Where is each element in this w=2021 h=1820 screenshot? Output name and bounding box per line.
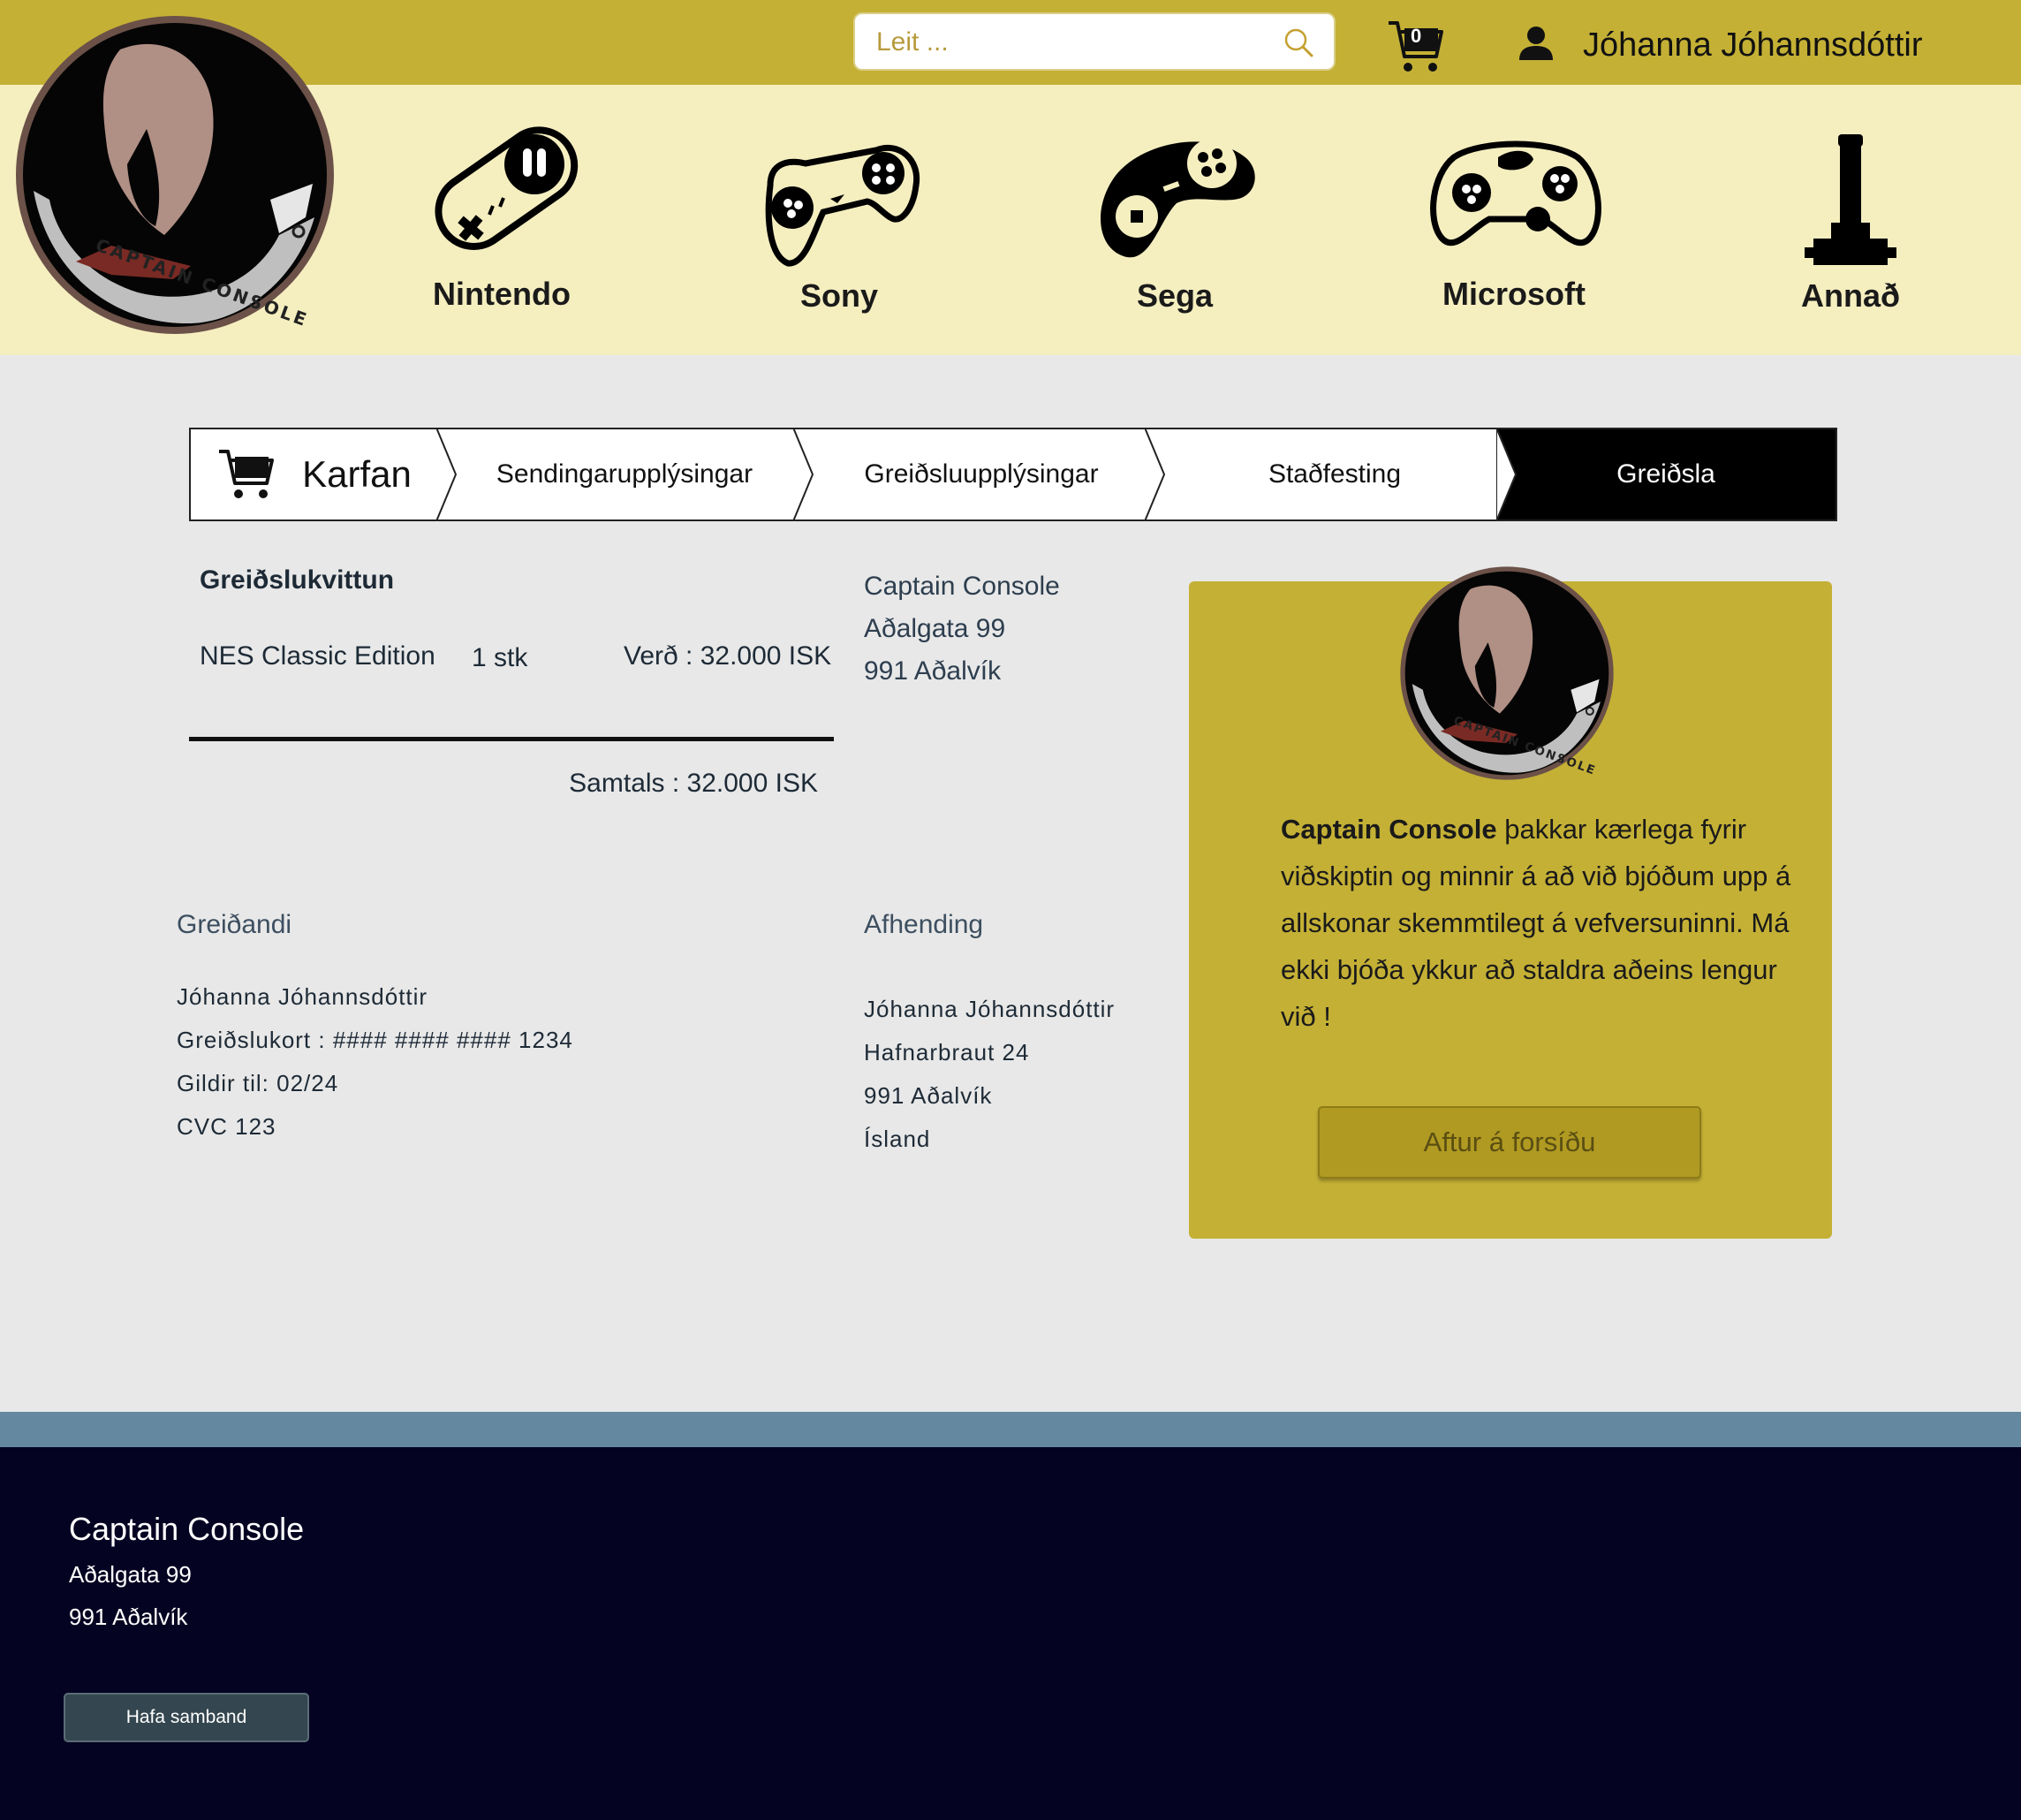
step-separator [436,428,458,521]
delivery-country: Ísland [864,1126,931,1152]
payer-heading: Greiðandi [177,910,292,939]
user-icon[interactable] [1518,25,1555,62]
payer-name: Jóhanna Jóhannsdóttir [177,983,428,1010]
thanks-text: þakkar kærlega fyrir viðskiptin og minni… [1281,814,1791,1032]
nav-item-nintendo[interactable]: Nintendo [415,122,588,313]
step-label: Karfan [302,453,412,495]
thanks-brand: Captain Console [1281,814,1497,845]
search-icon[interactable] [1283,27,1314,58]
joystick-icon [1805,134,1896,265]
delivery-name: Jóhanna Jóhannsdóttir [864,996,1116,1022]
step-label: Staðfesting [1268,459,1402,489]
step-label: Greiðsla [1616,459,1715,489]
receipt-divider [189,737,834,741]
nav-item-sony[interactable]: Sony [753,124,926,315]
footer [0,1447,2021,1820]
shop-name: Captain Console [864,572,1060,601]
delivery-info: Jóhanna Jóhannsdóttir Hafnarbraut 24 991… [864,988,1115,1161]
playstation-controller-icon [765,144,920,267]
step-sendingarupplysingar[interactable]: Sendingarupplýsingar [452,429,797,519]
shop-city: 991 Aðalvík [864,656,1002,686]
captain-console-logo: CAPTAIN CONSOLE [1400,566,1614,780]
step-stadfesting[interactable]: Staðfesting [1162,429,1507,519]
product-quantity: 1 stk [472,643,528,672]
step-greidsla[interactable]: Greiðsla [1496,429,1836,519]
product-name: NES Classic Edition [200,641,435,671]
footer-address: Aðalgata 99 991 Aðalvík [69,1553,192,1638]
user-name[interactable]: Jóhanna Jóhannsdóttir [1583,27,1923,64]
nav-item-microsoft[interactable]: Microsoft [1427,122,1601,313]
back-to-home-button[interactable]: Aftur á forsíðu [1318,1106,1701,1179]
step-separator [793,428,814,521]
nav-label: Microsoft [1442,276,1586,312]
shop-street: Aðalgata 99 [864,614,1006,643]
receipt-total: Samtals : 32.000 ISK [569,769,818,798]
payer-info: Jóhanna Jóhannsdóttir Greiðslukort : ###… [177,975,573,1149]
cart-count-badge: 0 [1411,25,1422,47]
payer-card: Greiðslukort : #### #### #### 1234 [177,1027,573,1053]
nav-item-annad[interactable]: Annað [1768,124,1933,315]
nav-label: Sony [799,277,878,314]
sega-controller-icon [1100,139,1255,258]
thank-you-message: Captain Console þakkar kærlega fyrir við… [1281,806,1793,1040]
nav-label: Nintendo [433,276,571,312]
payer-cvc: CVC 123 [177,1113,276,1140]
captain-console-logo[interactable]: CAPTAIN CONSOLE [14,14,336,336]
xbox-controller-icon [1430,140,1601,246]
footer-street: Aðalgata 99 [69,1561,192,1588]
contact-button[interactable]: Hafa samband [64,1693,309,1742]
payer-expiry: Gildir til: 02/24 [177,1070,339,1096]
step-label: Greiðsluupplýsingar [864,459,1099,489]
footer-stripe [0,1412,2021,1447]
snes-controller-icon [435,126,579,250]
step-separator [1496,428,1518,521]
receipt-title: Greiðslukvittun [200,565,395,595]
shop-address: Captain Console Aðalgata 99 991 Aðalvík [864,565,1060,693]
shopping-cart-icon [219,450,275,498]
step-karfan[interactable]: Karfan [191,429,438,519]
delivery-city: 991 Aðalvík [864,1082,993,1109]
search-input[interactable] [876,25,1265,60]
step-label: Sendingarupplýsingar [496,459,753,489]
step-greidsluupplysingar[interactable]: Greiðsluupplýsingar [809,429,1154,519]
nav-item-sega[interactable]: Sega [1088,124,1261,315]
nav-label: Sega [1136,277,1214,314]
delivery-heading: Afhending [864,910,984,939]
nav-label: Annað [1801,277,1900,314]
search-box[interactable] [853,12,1336,71]
checkout-steps: Karfan Sendingarupplýsingar Greiðsluuppl… [189,428,1837,521]
footer-city: 991 Aðalvík [69,1604,188,1630]
product-price: Verð : 32.000 ISK [624,641,832,671]
footer-company-name: Captain Console [69,1511,305,1547]
step-separator [1145,428,1166,521]
delivery-street: Hafnarbraut 24 [864,1039,1030,1065]
